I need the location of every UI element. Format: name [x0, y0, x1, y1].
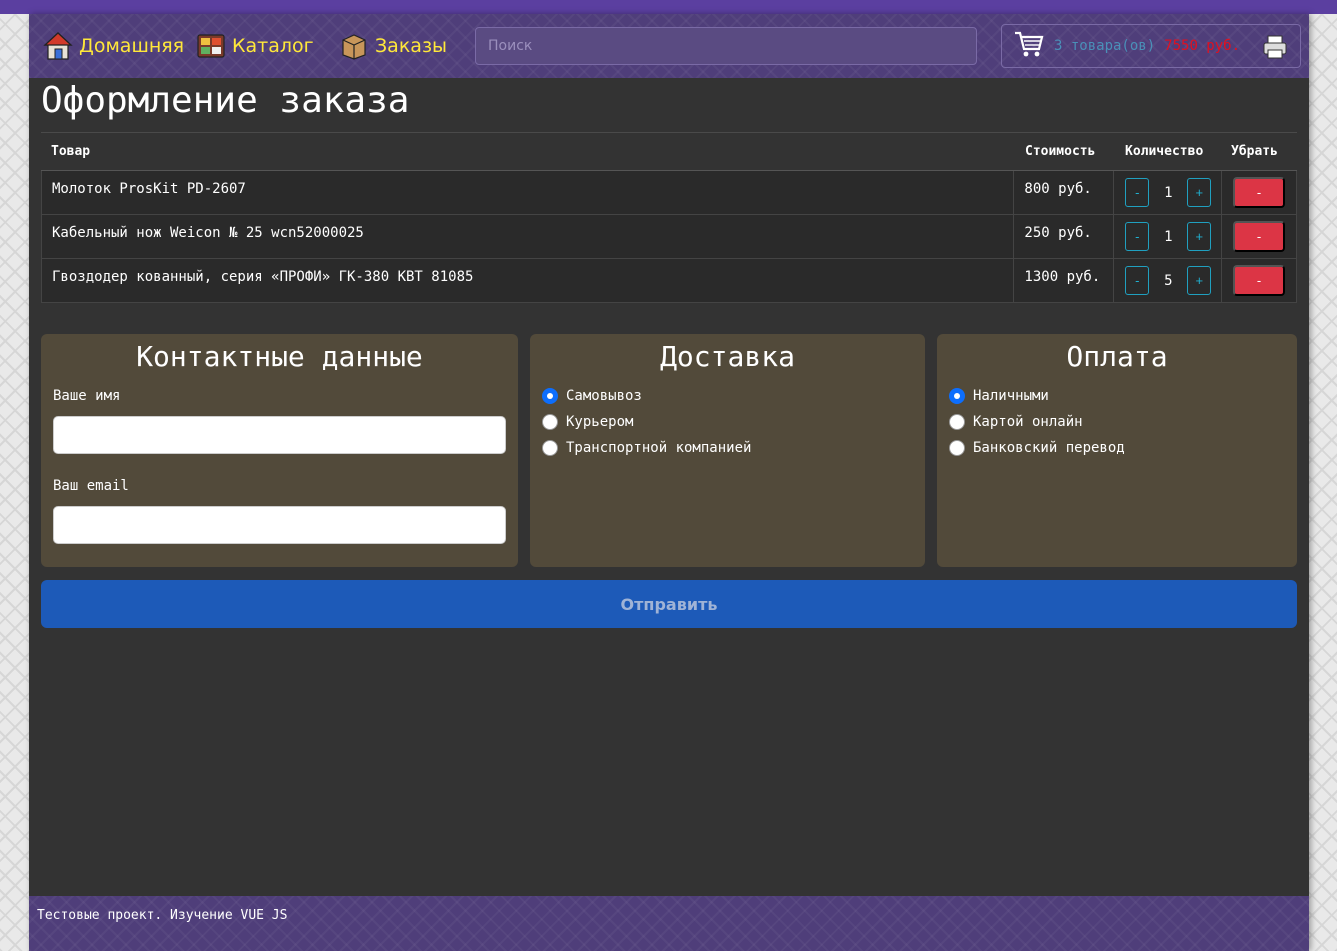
product-name: Молоток ProsKit PD-2607 [42, 171, 1015, 214]
product-price: 800 руб. [1014, 171, 1115, 214]
radio-button[interactable] [542, 440, 558, 456]
name-label: Ваше имя [53, 388, 121, 404]
nav-catalog[interactable]: Каталог [196, 28, 314, 64]
payment-option-bank[interactable]: Банковский перевод [949, 440, 1125, 456]
radio-button[interactable] [949, 414, 965, 430]
radio-button[interactable] [949, 440, 965, 456]
search-input[interactable] [475, 27, 977, 65]
submit-button[interactable]: Отправить [41, 580, 1297, 628]
delivery-title: Доставка [660, 340, 795, 373]
page-title: Оформление заказа [41, 80, 410, 121]
payment-card: Оплата Наличными Картой онлайн Банковски… [937, 334, 1297, 567]
radio-button[interactable] [542, 414, 558, 430]
header-qty: Количество [1125, 144, 1204, 159]
header-remove: Убрать [1231, 144, 1278, 159]
delivery-option-label: Самовывоз [566, 388, 642, 404]
delivery-option-label: Курьером [566, 414, 634, 430]
qty-stepper: - 1 + [1114, 171, 1223, 214]
email-label: Ваш email [53, 478, 129, 494]
box-icon [339, 31, 369, 61]
delivery-option-label: Транспортной компанией [566, 440, 752, 456]
cart-summary[interactable]: 3 товара(ов) 7550 руб. [1001, 24, 1301, 68]
increment-button[interactable]: + [1187, 266, 1212, 295]
nav-catalog-label: Каталог [232, 35, 314, 57]
nav-home-label: Домашняя [79, 35, 185, 57]
name-field[interactable] [53, 416, 506, 454]
catalog-icon [196, 31, 226, 61]
product-price: 250 руб. [1014, 215, 1115, 258]
product-price: 1300 руб. [1014, 259, 1115, 302]
remove-button[interactable]: - [1233, 221, 1286, 252]
app-container: Домашняя Каталог Заказы Поиск 3 товара(о… [29, 14, 1309, 951]
header: Домашняя Каталог Заказы Поиск 3 товара(о… [29, 14, 1309, 78]
footer-text: Тестовые проект. Изучение VUE JS [37, 908, 288, 923]
radio-button[interactable] [949, 388, 965, 404]
decrement-button[interactable]: - [1125, 222, 1150, 251]
qty-value: 1 [1164, 184, 1173, 201]
decrement-button[interactable]: - [1125, 178, 1150, 207]
nav-orders[interactable]: Заказы [339, 28, 447, 64]
payment-option-label: Банковский перевод [973, 440, 1125, 456]
table-header: Товар Стоимость Количество Убрать [41, 133, 1297, 171]
cart-icon [1014, 30, 1044, 62]
payment-option-card[interactable]: Картой онлайн [949, 414, 1083, 430]
delivery-option-courier[interactable]: Курьером [542, 414, 633, 430]
contacts-title: Контактные данные [136, 340, 423, 373]
cart-total: 7550 руб. [1164, 38, 1241, 54]
contacts-card: Контактные данные Ваше имя Ваш email [41, 334, 518, 567]
payment-option-cash[interactable]: Наличными [949, 388, 1049, 404]
remove-button[interactable]: - [1233, 177, 1286, 208]
email-field[interactable] [53, 506, 506, 544]
delivery-option-transport[interactable]: Транспортной компанией [542, 440, 751, 456]
table-row: Гвоздодер кованный, серия «ПРОФИ» ГК-380… [41, 259, 1297, 303]
table-row: Молоток ProsKit PD-2607 800 руб. - 1 + - [41, 171, 1297, 215]
browser-bookmarks-strip [0, 0, 1337, 14]
qty-stepper: - 1 + [1114, 215, 1223, 258]
header-price: Стоимость [1025, 144, 1096, 159]
radio-button[interactable] [542, 388, 558, 404]
payment-option-label: Наличными [973, 388, 1049, 404]
delivery-card: Доставка Самовывоз Курьером Транспортной… [530, 334, 925, 567]
qty-stepper: - 5 + [1114, 259, 1223, 302]
footer: Тестовые проект. Изучение VUE JS [29, 896, 1309, 951]
delivery-option-pickup[interactable]: Самовывоз [542, 388, 642, 404]
cart-table: Товар Стоимость Количество Убрать Молото… [41, 132, 1297, 303]
header-product: Товар [51, 144, 91, 159]
increment-button[interactable]: + [1187, 178, 1212, 207]
payment-option-label: Картой онлайн [973, 414, 1083, 430]
increment-button[interactable]: + [1187, 222, 1212, 251]
qty-value: 1 [1164, 228, 1173, 245]
home-icon [43, 31, 73, 61]
table-row: Кабельный нож Weicon № 25 wcn52000025 25… [41, 215, 1297, 259]
decrement-button[interactable]: - [1125, 266, 1150, 295]
remove-button[interactable]: - [1233, 265, 1286, 296]
product-name: Гвоздодер кованный, серия «ПРОФИ» ГК-380… [42, 259, 1015, 302]
payment-title: Оплата [1066, 340, 1168, 373]
printer-icon[interactable] [1262, 34, 1288, 60]
cart-count: 3 товара(ов) [1054, 38, 1156, 54]
nav-home[interactable]: Домашняя [43, 28, 184, 64]
qty-value: 5 [1164, 272, 1173, 289]
nav-orders-label: Заказы [375, 35, 448, 57]
product-name: Кабельный нож Weicon № 25 wcn52000025 [42, 215, 1015, 258]
